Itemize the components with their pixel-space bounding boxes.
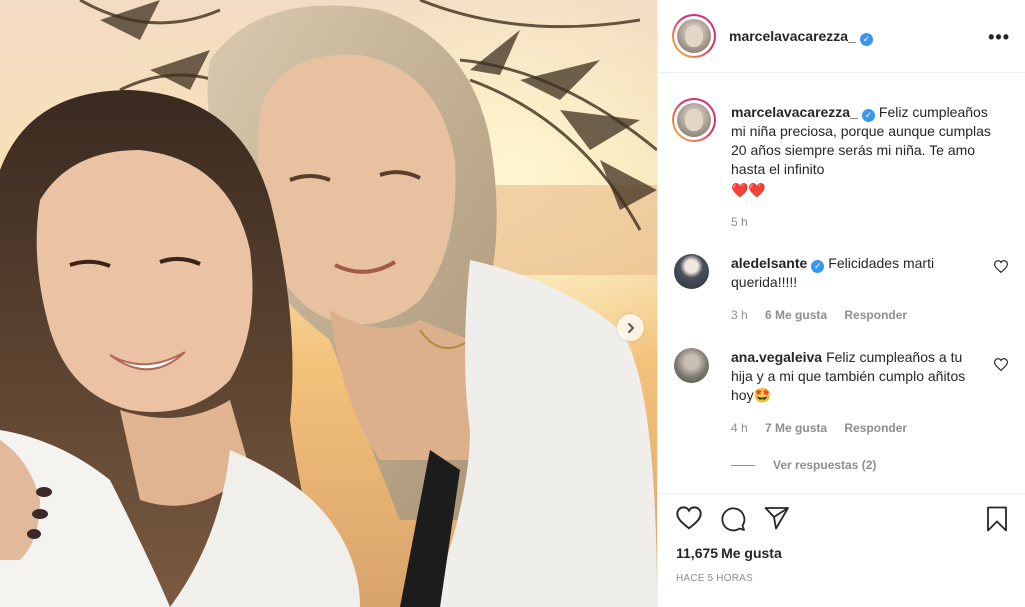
bookmark-icon[interactable] bbox=[986, 506, 1008, 532]
comment-like-heart-icon[interactable] bbox=[994, 260, 1008, 273]
comment-bubble-icon[interactable] bbox=[720, 506, 746, 532]
likes-number: 11,675 bbox=[676, 545, 719, 561]
divider bbox=[731, 465, 755, 467]
comment-emoji: 🤩 bbox=[753, 387, 772, 403]
post-header: marcelavacarezza_ ✓ ••• bbox=[658, 0, 1025, 73]
comment-username[interactable]: aledelsante bbox=[731, 255, 807, 271]
comment-like-heart-icon[interactable] bbox=[994, 358, 1008, 371]
post-timestamp[interactable]: HACE 5 HORAS bbox=[676, 573, 753, 584]
verified-badge-icon: ✓ bbox=[861, 109, 875, 122]
paper-plane-icon[interactable] bbox=[764, 506, 790, 530]
comment-time[interactable]: 3 h bbox=[731, 308, 748, 322]
caption-emoji: ❤️❤️ bbox=[731, 182, 766, 198]
caption-username[interactable]: marcelavacarezza_ bbox=[731, 104, 858, 120]
verified-badge-icon: ✓ bbox=[859, 33, 873, 46]
comment-meta: 3 h 6 Me gusta Responder bbox=[731, 308, 921, 322]
chevron-right-icon bbox=[627, 322, 634, 333]
more-options-button[interactable]: ••• bbox=[988, 27, 1010, 48]
reply-button[interactable]: Responder bbox=[844, 308, 907, 322]
likes-label: Me gusta bbox=[721, 545, 782, 561]
comment-avatar[interactable] bbox=[674, 254, 709, 289]
author-username[interactable]: marcelavacarezza_ bbox=[729, 28, 856, 44]
heart-icon[interactable] bbox=[676, 506, 702, 530]
comment-time[interactable]: 4 h bbox=[731, 421, 748, 435]
comment-meta: 4 h 7 Me gusta Responder bbox=[731, 421, 921, 435]
reply-button[interactable]: Responder bbox=[844, 421, 907, 435]
verified-badge-icon: ✓ bbox=[811, 260, 825, 273]
post-sidebar: marcelavacarezza_ ✓ ••• marcelavacarezza_… bbox=[657, 0, 1025, 607]
author-avatar[interactable] bbox=[672, 14, 716, 58]
comment-username[interactable]: ana.vegaleiva bbox=[731, 349, 822, 365]
post-actions: 11,675 Me gusta HACE 5 HORAS bbox=[658, 493, 1025, 607]
comment-body: aledelsante ✓ Felicidades marti querida!!!… bbox=[731, 254, 976, 292]
comment-body: ana.vegaleiva Feliz cumpleaños a tu hija … bbox=[731, 348, 976, 405]
caption-time[interactable]: 5 h bbox=[731, 213, 1006, 232]
view-replies-button[interactable]: Ver respuestas (2) bbox=[731, 458, 876, 472]
caption-body: marcelavacarezza_ ✓ Feliz cumpleaños mi ni… bbox=[731, 103, 1006, 232]
comment-avatar[interactable] bbox=[674, 348, 709, 383]
comment-likes[interactable]: 7 Me gusta bbox=[765, 421, 827, 435]
comment-likes[interactable]: 6 Me gusta bbox=[765, 308, 827, 322]
caption-avatar[interactable] bbox=[672, 98, 716, 142]
likes-count[interactable]: 11,675 Me gusta bbox=[676, 545, 785, 561]
next-photo-button[interactable] bbox=[617, 314, 644, 341]
author-name-row: marcelavacarezza_ ✓ bbox=[729, 28, 873, 46]
post-photo[interactable] bbox=[0, 0, 657, 607]
view-replies-label: Ver respuestas (2) bbox=[773, 458, 877, 472]
post-image bbox=[0, 0, 657, 607]
